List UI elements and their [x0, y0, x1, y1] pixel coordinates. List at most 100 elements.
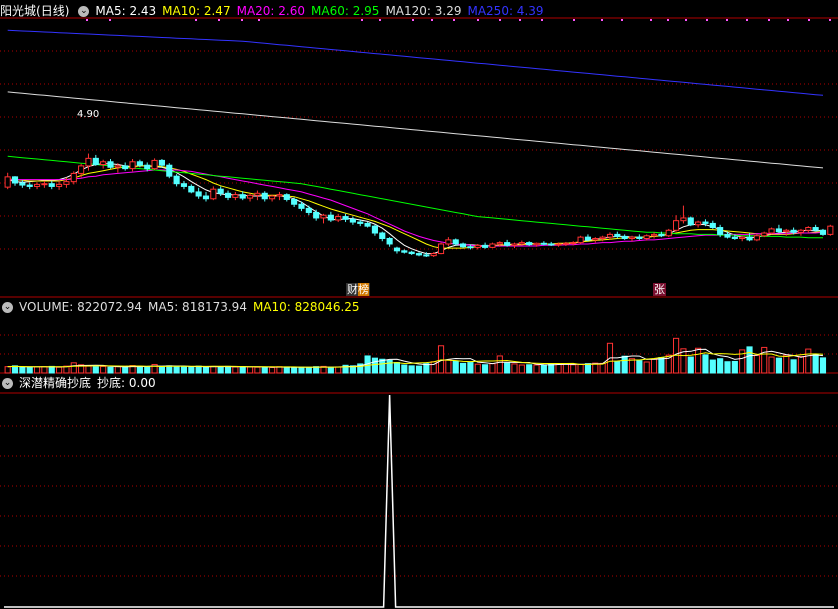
event-tag-limit[interactable]: 张: [653, 283, 666, 296]
signal-dot: [787, 19, 789, 21]
volume-bar: [518, 364, 525, 374]
volume-bar: [452, 360, 459, 374]
volume-bar: [158, 365, 165, 374]
candle-body: [401, 250, 408, 253]
candle-body: [188, 185, 195, 193]
volume-bar: [122, 366, 129, 374]
candle-body: [232, 194, 239, 198]
volume-bar: [33, 366, 41, 374]
volume-bar: [386, 359, 393, 374]
candle-body: [298, 203, 305, 209]
candle-body: [136, 161, 143, 166]
volume-bar: [577, 363, 584, 374]
volume-bar: [643, 361, 650, 374]
volume-bar: [269, 367, 276, 374]
candle-body: [548, 243, 555, 246]
volume-bar: [26, 367, 33, 374]
volume-bar: [408, 365, 415, 374]
candle-body: [577, 236, 584, 244]
ma-line-ma250: [7, 29, 824, 96]
candle-body: [48, 183, 55, 187]
candle-body: [511, 243, 518, 246]
candle-body: [224, 192, 232, 198]
volume-bar: [687, 356, 694, 374]
candle-body: [695, 221, 702, 226]
candle-body: [269, 195, 276, 200]
event-tag-finance[interactable]: 财榜: [346, 283, 370, 296]
chevron-down-icon[interactable]: ⌄: [78, 6, 90, 17]
volume-bar: [731, 360, 738, 374]
candle-body: [717, 227, 724, 235]
volume-bar: [217, 366, 224, 374]
volume-bar: [504, 362, 511, 374]
candle-body: [357, 221, 364, 224]
candle-body: [166, 164, 173, 177]
volume-bar: [474, 363, 481, 374]
candle-body: [114, 165, 121, 168]
volume-bar: [202, 366, 210, 374]
price-ma-legend-0: MA5: 2.43: [95, 4, 157, 18]
candle-body: [19, 182, 26, 186]
volume-bar: [291, 367, 298, 374]
chevron-down-icon[interactable]: ⌄: [2, 378, 13, 389]
volume-bar: [224, 365, 232, 374]
volume-bar: [283, 366, 290, 374]
candle-body: [526, 242, 533, 246]
volume-bar: [695, 347, 702, 374]
candle-body: [415, 253, 423, 256]
volume-bar: [254, 366, 261, 374]
candle-body: [562, 242, 569, 245]
candle-body: [570, 242, 577, 245]
volume-bar: [584, 363, 592, 374]
candle-body: [709, 222, 716, 229]
candle-body: [467, 246, 474, 249]
volume-bar: [210, 365, 217, 374]
volume-bar: [768, 356, 775, 374]
chevron-down-icon[interactable]: ⌄: [2, 302, 13, 313]
candle-body: [460, 243, 467, 248]
candle-body: [621, 235, 628, 239]
candle-body: [628, 236, 636, 239]
candle-body: [305, 207, 312, 213]
candle-body: [56, 183, 63, 187]
volume-bar: [445, 359, 452, 374]
volume-bar: [812, 353, 819, 374]
candle-body: [555, 243, 562, 246]
volume-bar: [790, 359, 797, 374]
volume-bar: [4, 366, 11, 374]
stock-name: 阳光城: [0, 4, 37, 18]
candle-body: [217, 188, 224, 194]
volume-bar: [533, 364, 540, 374]
volume-bar: [166, 365, 173, 374]
candle-body: [78, 165, 85, 174]
candle-body: [173, 175, 180, 185]
indicator-legend: ⌄ 深潜精确抄底 抄底: 0.00: [0, 374, 162, 392]
volume-bar: [415, 365, 423, 374]
candle-body: [606, 233, 614, 238]
candle-body: [158, 159, 165, 166]
candle-body: [746, 236, 753, 241]
candle-body: [129, 161, 136, 170]
signal-dot: [808, 19, 810, 21]
volume-bar: [548, 363, 555, 374]
candle-body: [283, 194, 290, 200]
candle-body: [687, 217, 694, 226]
candle-body: [673, 220, 680, 231]
volume-bar: [92, 366, 99, 374]
volume-bar: [41, 366, 48, 374]
candle-body: [452, 239, 459, 245]
candle-body: [371, 225, 378, 234]
candle-body: [393, 247, 401, 252]
ma-line-ma120: [7, 91, 824, 169]
candle-body: [761, 232, 768, 237]
candle-body: [702, 221, 709, 224]
signal-dot: [685, 19, 687, 21]
candle-body: [827, 225, 834, 235]
volume-bar: [70, 362, 77, 374]
volume-bar: [305, 367, 312, 374]
candle-body: [100, 161, 107, 166]
candle-body: [202, 195, 210, 200]
volume-bar: [805, 348, 812, 374]
candle-body: [540, 242, 547, 245]
candle-body: [819, 229, 827, 235]
